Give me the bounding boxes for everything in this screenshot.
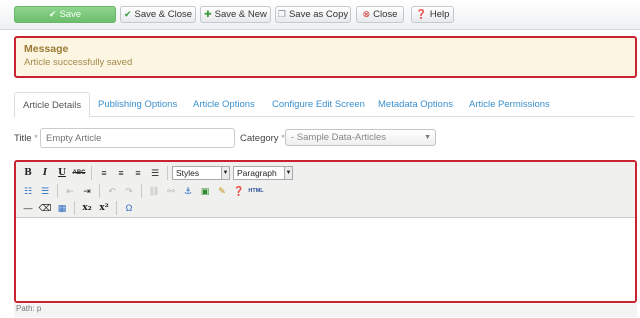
align-left-icon[interactable]: ≡ xyxy=(96,165,112,181)
category-select[interactable]: - Sample Data-Articles ▼ xyxy=(285,129,436,146)
check-icon: ✔ xyxy=(48,9,57,19)
plus-icon: ✚ xyxy=(204,9,212,19)
toolbar-separator xyxy=(116,201,117,215)
save-as-copy-label: Save as Copy xyxy=(288,9,349,20)
image-icon[interactable]: ▣ xyxy=(197,183,213,199)
remove-format-icon[interactable]: ⌫ xyxy=(37,200,53,216)
html-source-icon[interactable]: HTML xyxy=(248,183,264,199)
chevron-down-icon: ▼ xyxy=(221,167,229,179)
tab-article-details[interactable]: Article Details xyxy=(14,92,91,118)
close-button[interactable]: ⊗ Close xyxy=(356,6,404,23)
toolbar-separator xyxy=(57,184,58,198)
bold-icon[interactable]: B xyxy=(20,165,36,181)
table-icon[interactable]: ▦ xyxy=(54,200,70,216)
save-and-close-button[interactable]: ✔ Save & Close xyxy=(120,6,196,23)
check-icon: ✔ xyxy=(123,9,132,19)
chevron-down-icon: ▼ xyxy=(284,167,292,179)
bullet-list-icon[interactable]: ☷ xyxy=(20,183,36,199)
format-dropdown[interactable]: Paragraph ▼ xyxy=(233,166,293,180)
category-select-value: - Sample Data-Articles xyxy=(291,132,387,143)
styles-dropdown-value: Styles xyxy=(176,168,200,178)
tab-article-options[interactable]: Article Options xyxy=(193,92,255,117)
cleanup-icon[interactable]: ✎ xyxy=(214,183,230,199)
question-icon: ❓ xyxy=(415,9,427,19)
toolbar-separator xyxy=(141,184,142,198)
message-heading: Message xyxy=(24,43,69,55)
special-character-icon[interactable]: Ω xyxy=(121,200,137,216)
editor-toolbar-row-2: ☷ ☰ ⇤ ⇥ ↶ ↷ ⛓ ⚯ ⚓ ▣ ✎ ❓ HTML xyxy=(20,183,264,199)
tab-bar: Article Details Publishing Options Artic… xyxy=(14,92,634,118)
title-label: Title * xyxy=(14,133,38,144)
editor-content-area[interactable] xyxy=(16,219,635,301)
superscript-icon[interactable]: x² xyxy=(96,200,112,216)
article-editor: B I U ABC ≡ ≡ ≡ ☰ Styles ▼ Paragraph ▼ ☷… xyxy=(14,160,637,303)
category-label: Category * xyxy=(240,133,285,144)
underline-icon[interactable]: U xyxy=(54,165,70,181)
tab-article-permissions[interactable]: Article Permissions xyxy=(469,92,550,117)
tab-configure-edit-screen[interactable]: Configure Edit Screen xyxy=(272,92,365,117)
help-icon[interactable]: ❓ xyxy=(231,183,247,199)
toolbar-separator xyxy=(91,166,92,180)
horizontal-rule-icon[interactable]: — xyxy=(20,200,36,216)
unlink-icon[interactable]: ⚯ xyxy=(163,183,179,199)
copy-icon: ❐ xyxy=(277,9,286,19)
close-label: Close xyxy=(373,9,398,20)
chevron-down-icon: ▼ xyxy=(424,134,431,141)
title-input[interactable] xyxy=(40,128,235,148)
save-and-new-button[interactable]: ✚ Save & New xyxy=(200,6,271,23)
toolbar-separator xyxy=(74,201,75,215)
title-label-text: Title xyxy=(14,133,32,144)
editor-toolbar: B I U ABC ≡ ≡ ≡ ☰ Styles ▼ Paragraph ▼ ☷… xyxy=(16,162,635,218)
italic-icon[interactable]: I xyxy=(37,165,53,181)
editor-toolbar-row-3: — ⌫ ▦ x₂ x² Ω xyxy=(20,200,137,216)
align-center-icon[interactable]: ≡ xyxy=(113,165,129,181)
category-label-text: Category xyxy=(240,133,279,144)
save-button[interactable]: ✔ Save xyxy=(14,6,116,23)
align-justify-icon[interactable]: ☰ xyxy=(147,165,163,181)
help-label: Help xyxy=(429,9,450,20)
save-and-close-label: Save & Close xyxy=(134,9,193,20)
toolbar: ✔ Save ✔ Save & Close ✚ Save & New ❐ Sav… xyxy=(0,0,640,30)
tab-publishing-options[interactable]: Publishing Options xyxy=(98,92,177,117)
align-right-icon[interactable]: ≡ xyxy=(130,165,146,181)
editor-status-bar xyxy=(14,303,637,317)
editor-path: Path: p xyxy=(16,304,42,313)
message-text: Article successfully saved xyxy=(24,57,133,68)
styles-dropdown[interactable]: Styles ▼ xyxy=(172,166,230,180)
format-dropdown-value: Paragraph xyxy=(237,168,277,178)
help-button[interactable]: ❓ Help xyxy=(411,6,454,23)
redo-icon[interactable]: ↷ xyxy=(121,183,137,199)
required-mark: * xyxy=(34,133,38,144)
outdent-icon[interactable]: ⇤ xyxy=(62,183,78,199)
save-label: Save xyxy=(59,9,82,20)
indent-icon[interactable]: ⇥ xyxy=(79,183,95,199)
link-icon[interactable]: ⛓ xyxy=(146,183,162,199)
anchor-icon[interactable]: ⚓ xyxy=(180,183,196,199)
cancel-icon: ⊗ xyxy=(362,9,371,19)
save-and-new-label: Save & New xyxy=(214,9,267,20)
tab-metadata-options[interactable]: Metadata Options xyxy=(378,92,453,117)
strikethrough-icon[interactable]: ABC xyxy=(71,165,87,181)
toolbar-separator xyxy=(167,166,168,180)
toolbar-separator xyxy=(99,184,100,198)
subscript-icon[interactable]: x₂ xyxy=(79,200,95,216)
editor-toolbar-row-1: B I U ABC ≡ ≡ ≡ ☰ Styles ▼ Paragraph ▼ xyxy=(20,165,293,181)
save-as-copy-button[interactable]: ❐ Save as Copy xyxy=(275,6,351,23)
system-message: Message Article successfully saved xyxy=(14,36,637,78)
undo-icon[interactable]: ↶ xyxy=(104,183,120,199)
numbered-list-icon[interactable]: ☰ xyxy=(37,183,53,199)
